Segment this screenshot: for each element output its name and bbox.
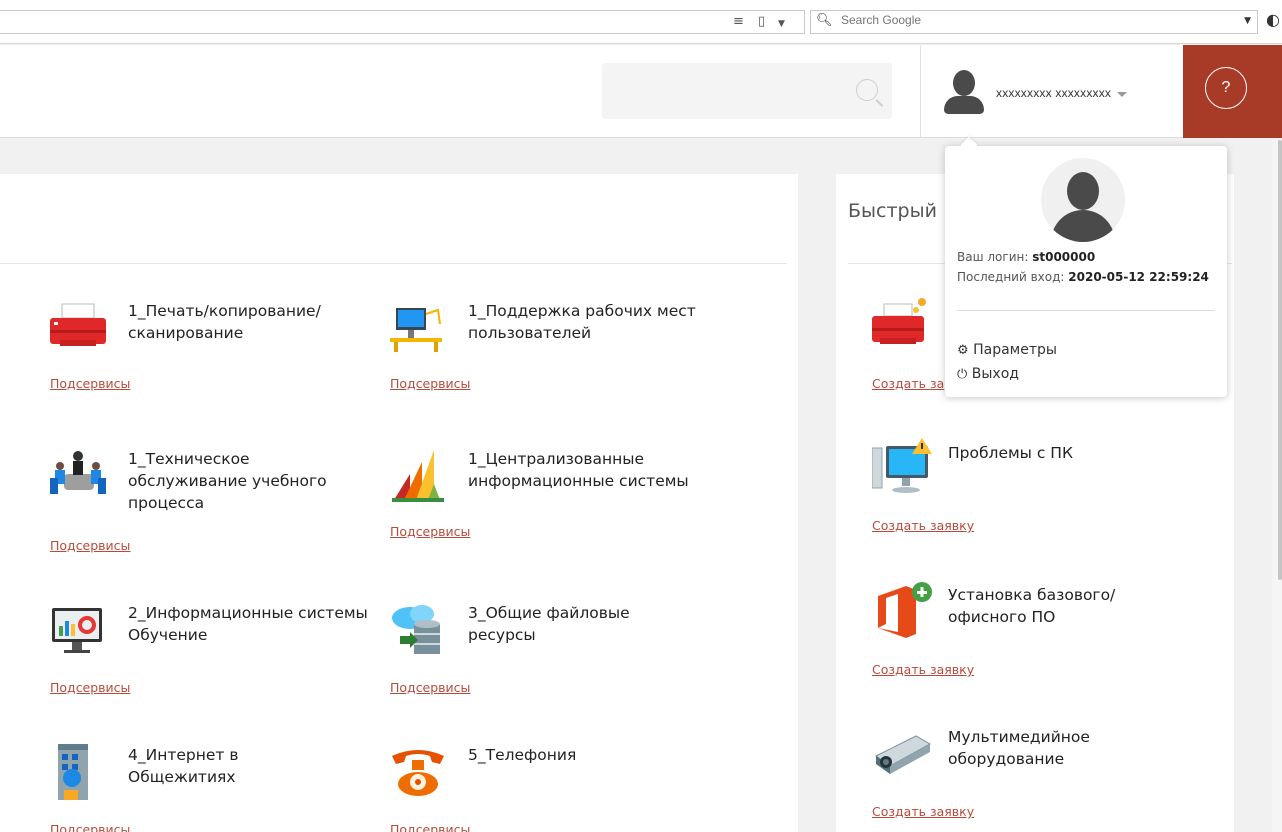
service-title: обслуживание учебного <box>128 472 327 490</box>
service-item: 5_Телефония Подсервисы <box>390 744 730 832</box>
service-title: сканирование <box>128 324 244 342</box>
login-value: st000000 <box>1032 250 1096 264</box>
quick-item: Мультимедийное оборудование Создать заяв… <box>872 722 1232 822</box>
last-login-value: 2020-05-12 22:59:24 <box>1068 270 1209 284</box>
login-row: Ваш логин: st000000 <box>957 250 1095 264</box>
monitor-settings-icon <box>52 608 102 653</box>
bookmark-icon[interactable]: ▯ <box>758 13 765 31</box>
service-title: Обучение <box>128 626 208 644</box>
avatar <box>944 70 984 116</box>
settings-menu-item[interactable]: ⚙ Параметры <box>957 342 1057 358</box>
toolbar-extension-icon[interactable]: ◐ <box>1266 10 1280 29</box>
service-title: ресурсы <box>468 626 536 644</box>
user-dropdown: Ваш логин: st000000 Последний вход: 2020… <box>945 136 1227 397</box>
user-menu[interactable]: xxxxxxxxx xxxxxxxxx <box>944 69 1128 117</box>
service-item: 1_Печать/копирование/ сканирование Подсе… <box>50 300 350 400</box>
reader-view-icon[interactable]: ≡ <box>733 13 744 31</box>
building-icon <box>58 744 88 800</box>
quick-item-title: Установка базового/ <box>948 586 1116 604</box>
logout-menu-item[interactable]: ⏻ Выход <box>957 366 1019 382</box>
service-item: 1_Централизованные информационные систем… <box>390 448 730 558</box>
app-header: xxxxxxxxx xxxxxxxxx ? <box>0 45 1282 138</box>
printer-icon <box>50 303 106 346</box>
subservices-link[interactable]: Подсервисы <box>50 822 130 832</box>
service-title: 4_Интернет в <box>128 746 239 764</box>
quick-item: Установка базового/ офисного ПО Создать … <box>872 580 1232 680</box>
pc-warning-icon <box>872 438 932 493</box>
site-search-input[interactable] <box>602 63 842 119</box>
service-title: процесса <box>128 494 205 512</box>
office-add-icon <box>878 582 932 638</box>
subservices-link[interactable]: Подсервисы <box>390 376 470 391</box>
subservices-link[interactable]: Подсервисы <box>50 538 130 553</box>
quick-item-title: Мультимедийное <box>948 728 1090 746</box>
subservices-link[interactable]: Подсервисы <box>50 680 130 695</box>
create-request-link[interactable]: Создать заявку <box>872 662 974 677</box>
service-title: пользователей <box>468 324 592 342</box>
subservices-link[interactable]: Подсервисы <box>390 680 470 695</box>
settings-label: Параметры <box>973 342 1057 358</box>
service-title: 2_Информационные системы <box>128 604 368 622</box>
browser-toolbar: ≡ ▯ ▼ 🔍︎ ▼ ◐ <box>0 0 1282 44</box>
last-login-row: Последний вход: 2020-05-12 22:59:24 <box>957 270 1209 284</box>
workstation-icon <box>390 308 442 352</box>
user-name: xxxxxxxxx xxxxxxxxx <box>996 86 1112 100</box>
search-engine-icon[interactable]: 🔍︎ <box>816 13 833 28</box>
subservices-link[interactable]: Подсервисы <box>390 524 470 539</box>
create-request-link[interactable]: Создать заявку <box>872 518 974 533</box>
cloud-database-icon <box>392 605 440 654</box>
service-title: 1_Централизованные <box>468 450 645 468</box>
dynamics-logo-icon <box>392 450 444 502</box>
login-label: Ваш логин: <box>957 250 1029 264</box>
service-title: 1_Печать/копирование/ <box>128 302 321 320</box>
address-bar[interactable] <box>0 10 805 34</box>
scrollbar-thumb[interactable] <box>1278 140 1282 580</box>
chevron-down-icon <box>1117 91 1128 97</box>
service-title: 1_Техническое <box>128 450 250 468</box>
service-item: 1_Поддержка рабочих мест пользователей П… <box>390 300 730 400</box>
help-button[interactable]: ? <box>1205 67 1247 109</box>
last-login-label: Последний вход: <box>957 270 1065 284</box>
create-request-link[interactable]: Создать за <box>872 376 944 391</box>
meeting-icon <box>50 451 106 494</box>
quick-item-title: офисного ПО <box>948 608 1056 626</box>
logout-label: Выход <box>971 366 1019 382</box>
service-title: 5_Телефония <box>468 746 577 764</box>
site-search[interactable] <box>602 63 892 119</box>
header-divider <box>920 45 921 138</box>
printer-gear-icon <box>872 298 926 344</box>
subservices-link[interactable]: Подсервисы <box>390 822 470 832</box>
bookmark-dropdown-icon[interactable]: ▼ <box>778 15 785 33</box>
telephone-icon <box>392 750 444 796</box>
gear-icon: ⚙ <box>957 343 969 358</box>
service-item: 1_Техническое обслуживание учебного проц… <box>50 448 370 558</box>
service-item: 3_Общие файловые ресурсы Подсервисы <box>390 602 730 702</box>
quick-item-title: оборудование <box>948 750 1065 768</box>
service-title: 3_Общие файловые <box>468 604 630 622</box>
service-item: 2_Информационные системы Обучение Подсер… <box>50 602 370 702</box>
avatar <box>1041 158 1125 242</box>
popup-divider <box>957 310 1215 311</box>
quick-item: Проблемы с ПК Создать заявку <box>872 438 1232 538</box>
create-request-link[interactable]: Создать заявку <box>872 804 974 819</box>
power-icon: ⏻ <box>957 367 968 382</box>
service-title: информационные системы <box>468 472 689 490</box>
service-title: 1_Поддержка рабочих мест <box>468 302 696 320</box>
popup-arrow <box>960 136 978 154</box>
search-icon[interactable] <box>856 79 878 101</box>
service-title: Общежитиях <box>128 768 236 786</box>
google-search-input[interactable] <box>841 13 1221 27</box>
service-item: 4_Интернет в Общежитиях Подсервисы <box>50 744 370 832</box>
quick-title: Быстрый <box>848 200 937 222</box>
card-divider <box>0 263 787 264</box>
google-search-box[interactable]: 🔍︎ ▼ <box>810 10 1258 34</box>
subservices-link[interactable]: Подсервисы <box>50 376 130 391</box>
projector-icon <box>875 735 932 774</box>
help-panel: ? <box>1183 45 1282 138</box>
quick-item-title: Проблемы с ПК <box>948 444 1073 462</box>
search-dropdown-icon[interactable]: ▼ <box>1244 16 1251 26</box>
services-card: 1_Печать/копирование/ сканирование Подсе… <box>0 174 798 832</box>
